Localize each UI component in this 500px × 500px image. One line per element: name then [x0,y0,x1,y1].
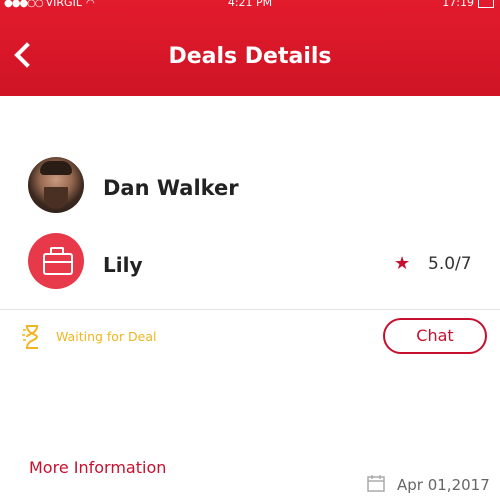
briefcase-body [43,253,73,275]
avatar [28,157,84,213]
deal-date: Apr 01,2017 [397,476,490,494]
avatar-beard [44,187,68,209]
avatar-hair [40,161,72,175]
briefcase-strap [43,261,73,263]
divider [0,309,500,310]
app-header: ●●●○○ VIRGIL ◠ 4:21 PM 17:19 Deals Details [0,0,500,96]
battery-icon [478,0,494,8]
status-bar: ●●●○○ VIRGIL ◠ 4:21 PM 17:19 [0,0,500,11]
chat-button[interactable]: Chat [383,318,487,354]
page-title: Deals Details [168,44,332,69]
company-name: Lily [103,253,143,277]
more-information-link[interactable]: More Information [29,458,166,477]
deal-status: Waiting for Deal [56,329,157,344]
briefcase-icon [28,233,84,289]
hourglass-icon [22,325,39,349]
company-rating: 5.0/7 [428,254,472,274]
star-icon: ★ [394,253,411,274]
status-time: 4:21 PM [227,0,273,9]
status-bar-right: 17:19 [442,0,494,11]
battery-text: 17:19 [442,0,474,9]
calendar-icon [367,475,385,492]
contact-name: Dan Walker [103,176,239,200]
